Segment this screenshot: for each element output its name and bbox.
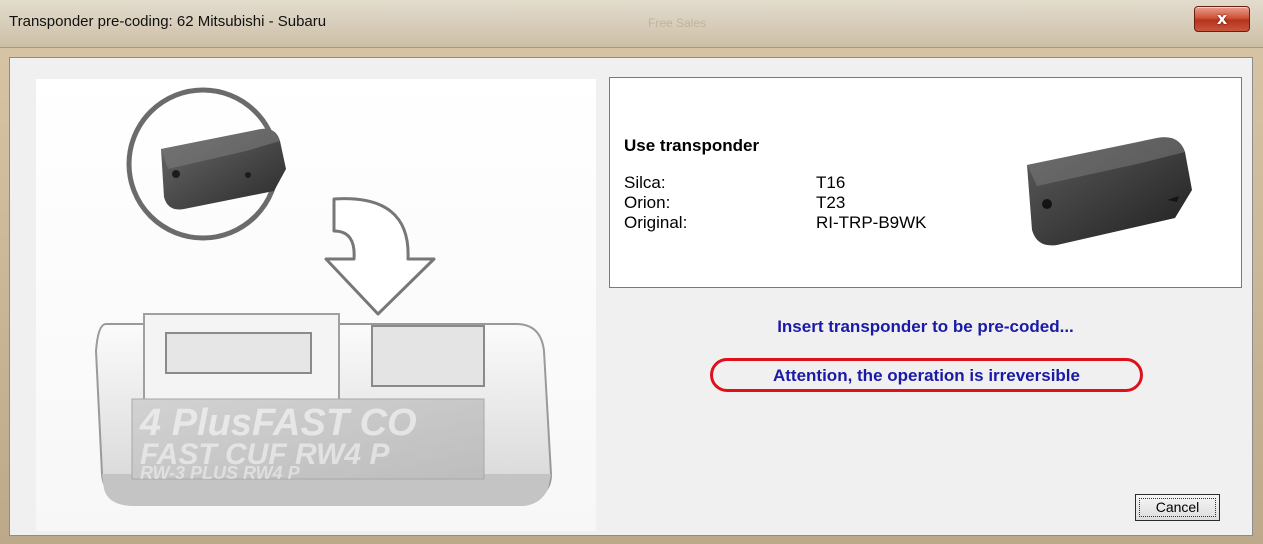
cancel-button-label: Cancel — [1155, 499, 1200, 515]
insert-arrow-icon — [324, 197, 436, 316]
cancel-button[interactable]: Cancel — [1135, 494, 1220, 521]
window-title: Transponder pre-coding: 62 Mitsubishi - … — [9, 13, 327, 30]
spec-label-original: Original: — [624, 213, 688, 232]
device-screen-line-3: RW-3 PLUS RW4 P — [140, 463, 301, 483]
close-button[interactable]: x — [1194, 6, 1250, 32]
dialog-window: Transponder pre-coding: 62 Mitsubishi - … — [0, 0, 1263, 544]
spec-label-orion: Orion: — [624, 193, 671, 212]
spec-value-orion: T23 — [816, 193, 846, 212]
spec-value-original: RI-TRP-B9WK — [816, 213, 927, 232]
title-bar[interactable]: Transponder pre-coding: 62 Mitsubishi - … — [0, 0, 1263, 48]
transponder-info-panel: Use transponder Silca: T16 Orion: T23 Or… — [609, 77, 1242, 288]
insert-transponder-message: Insert transponder to be pre-coded... — [777, 317, 1074, 336]
spec-label-silca: Silca: — [624, 173, 666, 192]
insert-transponder-illustration: 4 PlusFAST CO FAST CUF RW4 P RW-3 PLUS R… — [36, 79, 596, 531]
attention-message: Attention, the operation is irreversible — [772, 366, 1080, 385]
background-window-title: Free Sales — [648, 16, 707, 30]
dialog-client-area: 4 PlusFAST CO FAST CUF RW4 P RW-3 PLUS R… — [9, 57, 1253, 536]
close-icon: x — [1216, 9, 1228, 28]
transponder-into-reader-icon: 4 PlusFAST CO FAST CUF RW4 P RW-3 PLUS R… — [94, 87, 553, 506]
spec-value-silca: T16 — [816, 173, 846, 192]
attention-highlight: Attention, the operation is irreversible — [710, 358, 1143, 392]
reader-device-icon: 4 PlusFAST CO FAST CUF RW4 P RW-3 PLUS R… — [94, 313, 553, 506]
transponder-chip-photo — [1027, 137, 1192, 246]
info-title: Use transponder — [624, 136, 760, 155]
